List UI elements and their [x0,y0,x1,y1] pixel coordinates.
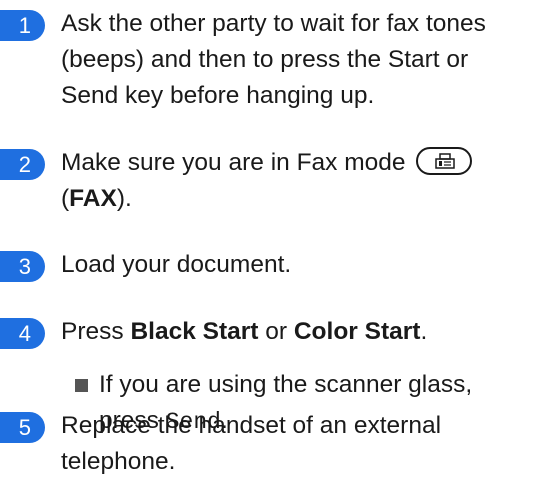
or-text: or [258,318,294,345]
paren-close: ). [116,185,132,212]
step-text: Replace the handset of an external telep… [61,408,531,480]
sub-text-line: If you are using the scanner glass, [99,371,473,398]
step-text-segment: Make sure you are in Fax mode [61,149,406,176]
step-text-line: Press Black Start or Color Start. [61,314,531,350]
step-number-badge: 1 [0,10,45,41]
black-start-key-label: Black Start [130,318,259,345]
step-number-badge: 5 [0,412,45,443]
step-number-badge: 3 [0,251,45,282]
step-text: Ask the other party to wait for fax tone… [61,6,531,114]
step-text: Make sure you are in Fax mode (FAX). [61,145,531,217]
step-text: Load your document. [61,247,531,283]
period-text: . [420,318,428,345]
step-text-line: Load your document. [61,251,292,278]
step-number-badge: 2 [0,149,45,180]
step-text-line: telephone. [61,448,176,475]
step-text-line: (FAX). [61,181,531,217]
step-text-line: (beeps) and then to press the Start or [61,46,469,73]
paren-open: ( [61,185,70,212]
fax-mode-icon [416,147,473,176]
step-text-line: Make sure you are in Fax mode [61,145,531,181]
press-text: Press [61,318,131,345]
step-text-line: Ask the other party to wait for fax tone… [61,10,486,37]
step-text-line: Send key before hanging up. [61,82,375,109]
step-text: Press Black Start or Color Start. [61,314,531,350]
fax-mode-label: FAX [69,185,117,212]
fax-machine-icon [435,153,456,169]
color-start-key-label: Color Start [293,318,421,345]
step-number-badge: 4 [0,318,45,349]
square-bullet-icon [75,379,88,392]
step-text-line: Replace the handset of an external [61,412,442,439]
